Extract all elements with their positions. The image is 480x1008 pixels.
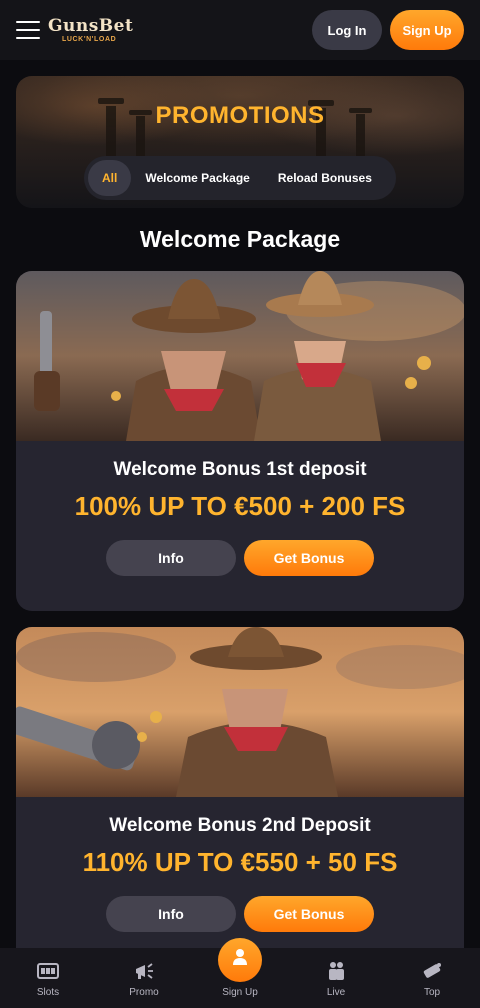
- bonus-card-2: Welcome Bonus 2nd Deposit 110% UP TO €55…: [16, 627, 464, 967]
- get-bonus-button[interactable]: Get Bonus: [244, 540, 374, 576]
- nav-label: Top: [423, 987, 441, 998]
- logo-sub-text: LUCK'N'LOAD: [62, 35, 117, 43]
- bonus-card-image: [16, 271, 464, 441]
- bonus-card-title: Welcome Bonus 2nd Deposit: [109, 815, 371, 836]
- bonus-card-offer: 100% UP TO €500 + 200 FS: [74, 491, 406, 521]
- slots-icon: [37, 963, 59, 979]
- info-button[interactable]: Info: [106, 896, 236, 932]
- nav-item-top[interactable]: Top: [384, 948, 480, 1008]
- tab-welcome-package[interactable]: Welcome Package: [131, 160, 264, 196]
- tab-all[interactable]: All: [88, 160, 132, 196]
- bonus-card-offer: 110% UP TO €550 + 50 FS: [82, 847, 398, 877]
- menu-icon[interactable]: [16, 21, 40, 39]
- nav-label: Slots: [36, 987, 60, 998]
- promotions-title: PROMOTIONS: [155, 102, 325, 129]
- nav-label: Promo: [129, 987, 159, 998]
- cowboy-couple-illustration: [16, 271, 464, 441]
- nav-item-live[interactable]: Live: [288, 948, 384, 1008]
- section-title: Welcome Package: [139, 226, 341, 252]
- tab-reload-bonuses[interactable]: Reload Bonuses: [264, 160, 386, 196]
- cowboy-revolver-illustration: [16, 627, 464, 797]
- top-header: GunsBet LUCK'N'LOAD Log In Sign Up: [0, 0, 480, 60]
- megaphone-icon: [136, 963, 153, 979]
- signup-button[interactable]: Sign Up: [390, 10, 464, 50]
- nav-label: Sign Up: [222, 987, 258, 998]
- get-bonus-button[interactable]: Get Bonus: [244, 896, 374, 932]
- signup-circle[interactable]: [218, 938, 262, 982]
- info-button[interactable]: Info: [106, 540, 236, 576]
- login-button[interactable]: Log In: [312, 10, 382, 50]
- bottom-navigation: Slots Promo Sign Up Live Top: [0, 938, 480, 1008]
- logo[interactable]: GunsBet LUCK'N'LOAD: [48, 15, 134, 43]
- logo-main-text: GunsBet: [48, 15, 134, 36]
- nav-label: Live: [326, 987, 346, 998]
- bonus-card-title: Welcome Bonus 1st deposit: [113, 459, 367, 480]
- promo-filter-tabs: All Welcome Package Reload Bonuses: [84, 156, 396, 200]
- nav-item-promo[interactable]: Promo: [96, 948, 192, 1008]
- nav-item-slots[interactable]: Slots: [0, 948, 96, 1008]
- bonus-card-1: Welcome Bonus 1st deposit 100% UP TO €50…: [16, 271, 464, 611]
- nav-item-signup[interactable]: Sign Up: [192, 938, 288, 1008]
- user-icon: [233, 949, 247, 965]
- top-games-icon: [423, 963, 441, 978]
- live-dealer-icon: [329, 962, 344, 980]
- bonus-card-image: [16, 627, 464, 797]
